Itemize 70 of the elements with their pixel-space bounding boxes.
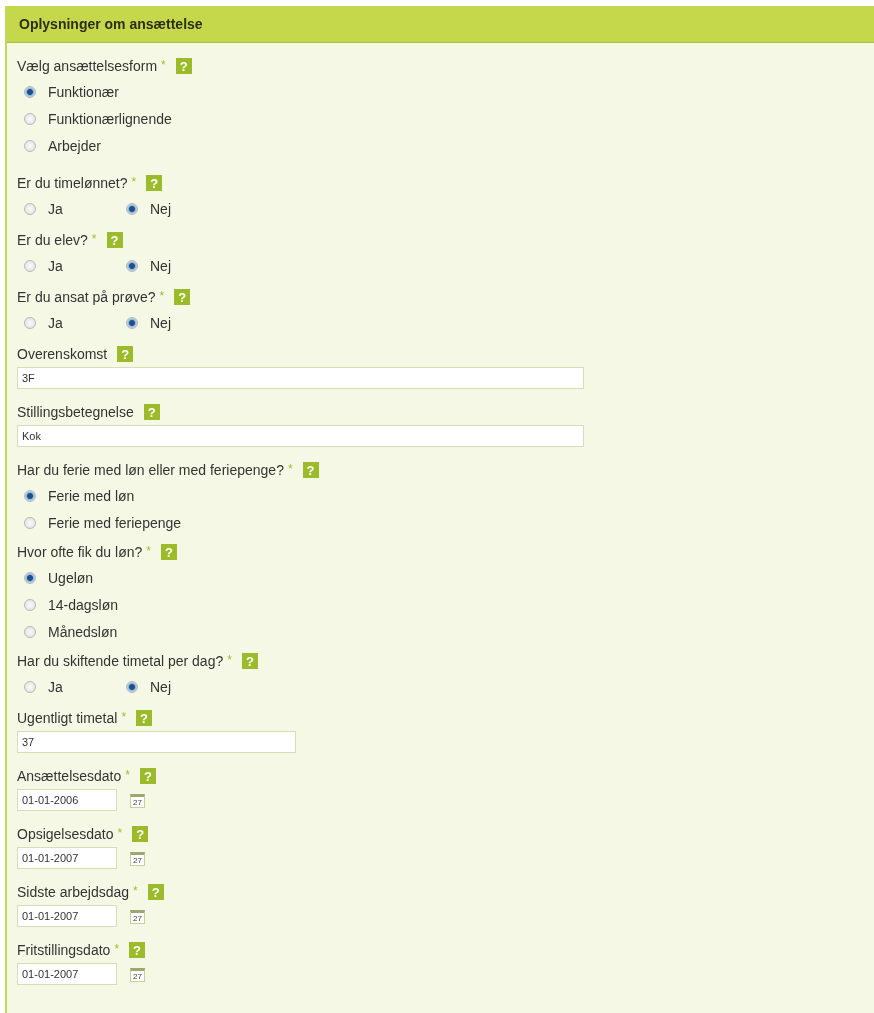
- calendar-icon[interactable]: 27: [130, 968, 145, 982]
- radio-option[interactable]: Ja: [17, 257, 119, 274]
- radio-button[interactable]: [24, 202, 36, 215]
- required-mark: *: [159, 289, 165, 303]
- field-label: Har du skiftende timetal per dag?: [17, 653, 224, 669]
- calendar-icon[interactable]: 27: [130, 794, 145, 808]
- field-label: Opsigelsesdato: [17, 826, 114, 842]
- panel-header: Oplysninger om ansættelse: [7, 6, 874, 43]
- radio-option[interactable]: Ugeløn: [17, 569, 94, 586]
- radio-button[interactable]: [126, 316, 138, 329]
- radio-button[interactable]: [24, 571, 36, 584]
- calendar-icon[interactable]: 27: [130, 910, 145, 924]
- radio-button[interactable]: [24, 516, 36, 529]
- radio-button[interactable]: [24, 259, 36, 272]
- radio-option[interactable]: Nej: [119, 678, 221, 695]
- field-label: Hvor ofte fik du løn?: [17, 544, 143, 560]
- radio-option[interactable]: Ja: [17, 200, 119, 217]
- field-label: Ugentligt timetal: [17, 710, 118, 726]
- radio-button[interactable]: [24, 598, 36, 611]
- text-field[interactable]: 3F: [17, 367, 584, 389]
- radio-option[interactable]: Arbejder: [17, 137, 101, 154]
- radio-option[interactable]: 14-dagsløn: [17, 596, 119, 613]
- date-field[interactable]: 01-01-2007: [17, 847, 117, 869]
- radio-option[interactable]: Ja: [17, 678, 119, 695]
- radio-option[interactable]: Nej: [119, 257, 221, 274]
- radio-option[interactable]: Nej: [119, 200, 221, 217]
- required-mark: *: [146, 544, 151, 558]
- field-label: Er du elev?: [17, 232, 88, 248]
- required-mark: *: [161, 58, 166, 72]
- radio-button[interactable]: [126, 259, 138, 272]
- radio-option[interactable]: Ferie med feriepenge: [17, 514, 182, 531]
- field-label: Vælg ansættelsesform: [17, 58, 158, 74]
- radio-button[interactable]: [24, 489, 36, 502]
- required-mark: *: [133, 884, 138, 898]
- field-label: Sidste arbejdsdag: [17, 884, 130, 900]
- required-mark: *: [287, 462, 293, 476]
- date-field[interactable]: 01-01-2007: [17, 963, 117, 985]
- radio-option[interactable]: Ja: [17, 314, 119, 331]
- date-field[interactable]: 01-01-2007: [17, 905, 117, 927]
- radio-option[interactable]: Månedsløn: [17, 623, 118, 640]
- field-label: Fritstillingsdato: [17, 942, 111, 958]
- text-field[interactable]: 37: [17, 731, 296, 753]
- radio-button[interactable]: [24, 680, 36, 693]
- field-label: Er du timelønnet?: [17, 175, 128, 191]
- field-label: Overenskomst: [17, 346, 108, 362]
- required-mark: *: [131, 175, 137, 189]
- radio-option[interactable]: Funktionærlignende: [17, 110, 172, 127]
- field-label: Stillingsbetegnelse: [17, 404, 134, 420]
- required-mark: *: [91, 232, 97, 246]
- required-mark: *: [121, 710, 127, 724]
- radio-button[interactable]: [126, 202, 138, 215]
- calendar-icon[interactable]: 27: [130, 852, 145, 866]
- radio-option[interactable]: Nej: [119, 314, 221, 331]
- required-mark: *: [114, 942, 120, 956]
- field-label: Ansættelsesdato: [17, 768, 122, 784]
- required-mark: *: [125, 768, 130, 782]
- field-label: Har du ferie med løn eller med feriepenge?: [17, 462, 284, 478]
- radio-button[interactable]: [126, 680, 138, 693]
- radio-option[interactable]: Ferie med løn: [17, 487, 135, 504]
- text-field[interactable]: Kok: [17, 425, 584, 447]
- radio-option[interactable]: Funktionær: [17, 83, 119, 100]
- radio-button[interactable]: [24, 85, 36, 98]
- radio-button[interactable]: [24, 625, 36, 638]
- radio-button[interactable]: [24, 139, 36, 152]
- required-mark: *: [117, 826, 123, 840]
- date-field[interactable]: 01-01-2006: [17, 789, 117, 811]
- required-mark: *: [227, 653, 232, 667]
- radio-button[interactable]: [24, 316, 36, 329]
- radio-button[interactable]: [24, 112, 36, 125]
- field-label: Er du ansat på prøve?: [17, 289, 156, 305]
